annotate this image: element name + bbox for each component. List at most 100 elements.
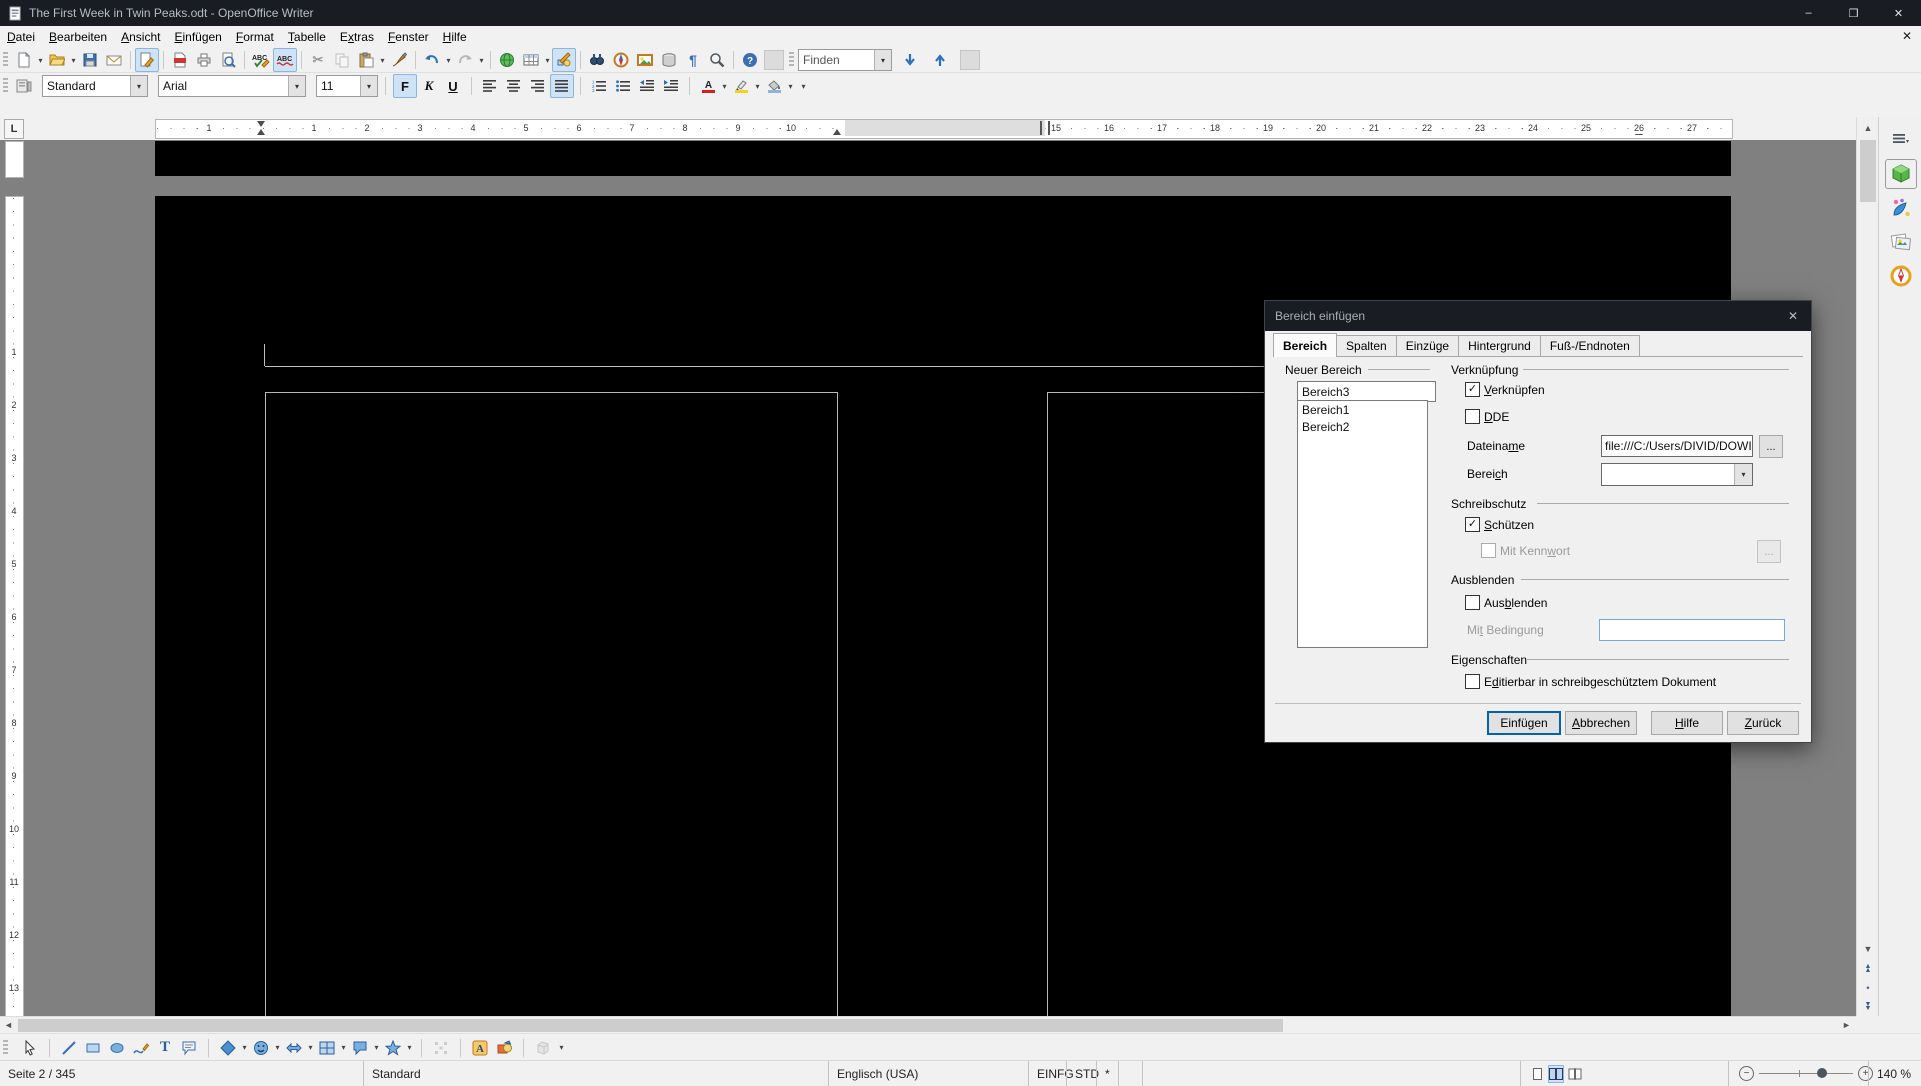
copy-button[interactable] <box>330 48 354 72</box>
menu-bearbeiten[interactable]: Bearbeiten <box>42 27 114 47</box>
bold-button[interactable]: F <box>393 74 417 98</box>
filename-input[interactable]: file:///C:/Users/DIVID/DOWI <box>1601 435 1753 457</box>
increase-indent-button[interactable] <box>659 74 683 98</box>
protect-checkbox-label[interactable]: Schützen <box>1484 518 1534 532</box>
gallery-button[interactable] <box>633 48 657 72</box>
block-arrows-button[interactable] <box>282 1036 306 1060</box>
flowchart-button[interactable] <box>315 1036 339 1060</box>
flowchart-dropdown[interactable]: ▾ <box>339 1037 348 1059</box>
page-style-indicator[interactable]: Standard <box>363 1061 837 1086</box>
next-page-button[interactable]: ▼▼ <box>1857 997 1879 1016</box>
paragraph-style-dropdown-icon[interactable]: ▾ <box>130 76 147 96</box>
spellcheck-button[interactable]: ABC <box>249 48 273 72</box>
single-page-view-button[interactable] <box>1529 1065 1545 1083</box>
column-1-frame[interactable] <box>265 392 838 1016</box>
sidebar-styles-button[interactable] <box>1885 193 1917 223</box>
toolbar-grip[interactable] <box>3 52 8 68</box>
first-line-indent-marker[interactable] <box>257 121 265 127</box>
toolbar-overflow-icon[interactable]: ▾ <box>799 75 808 97</box>
font-size-dropdown-icon[interactable]: ▾ <box>360 76 377 96</box>
find-dropdown-icon[interactable]: ▾ <box>874 50 891 70</box>
print-button[interactable] <box>192 48 216 72</box>
callouts-dropdown[interactable]: ▾ <box>372 1037 381 1059</box>
font-color-button[interactable]: A <box>696 74 720 98</box>
email-button[interactable] <box>102 48 126 72</box>
tab-einzuege[interactable]: Einzüge <box>1396 335 1459 357</box>
format-paintbrush-button[interactable] <box>387 48 411 72</box>
zoom-slider[interactable]: − + <box>1728 1061 1879 1086</box>
previous-page-button[interactable]: ▲▲ <box>1857 959 1879 978</box>
new-document-dropdown[interactable]: ▾ <box>36 49 45 71</box>
bullet-list-button[interactable] <box>611 74 635 98</box>
password-browse-button[interactable]: ... <box>1757 540 1781 563</box>
menu-tabelle[interactable]: Tabelle <box>281 27 333 47</box>
drawing-toolbar-grip[interactable] <box>3 1040 8 1056</box>
section-list[interactable]: Bereich1 Bereich2 <box>1297 400 1428 648</box>
book-view-button[interactable] <box>1567 1065 1583 1083</box>
styles-panel-button[interactable] <box>12 74 36 98</box>
zoom-level-indicator[interactable]: 140 % <box>1868 1061 1921 1086</box>
editable-checkbox-label[interactable]: Editierbar in schreibgeschütztem Dokumen… <box>1484 675 1716 689</box>
zoom-out-icon[interactable]: − <box>1739 1066 1754 1081</box>
symbol-shapes-dropdown[interactable]: ▾ <box>273 1037 282 1059</box>
cut-button[interactable]: ✂ <box>306 48 330 72</box>
dialog-close-icon[interactable]: ✕ <box>1785 308 1801 324</box>
tab-bereich[interactable]: Bereich <box>1273 333 1337 357</box>
column1-right-indent-marker[interactable] <box>833 129 841 135</box>
dialog-title-bar[interactable]: Bereich einfügen <box>1265 301 1811 331</box>
password-checkbox[interactable] <box>1481 543 1496 558</box>
sidebar-menu-button[interactable] <box>1885 125 1917 155</box>
background-color-dropdown[interactable]: ▾ <box>786 75 795 97</box>
numbered-list-button[interactable]: 123 <box>587 74 611 98</box>
align-left-button[interactable] <box>478 74 502 98</box>
formatting-toolbar-grip[interactable] <box>3 78 8 94</box>
v-ruler[interactable]: 12345678910111213 <box>4 140 24 1016</box>
horizontal-scrollbar-thumb[interactable] <box>18 1019 1283 1032</box>
zoom-button[interactable] <box>705 48 729 72</box>
password-checkbox-label[interactable]: Mit Kennwort <box>1500 544 1570 558</box>
protect-checkbox[interactable]: ✓ <box>1465 517 1480 532</box>
block-arrows-dropdown[interactable]: ▾ <box>306 1037 315 1059</box>
find-replace-button[interactable] <box>585 48 609 72</box>
editable-checkbox[interactable] <box>1465 674 1480 689</box>
draw-functions-button[interactable] <box>552 48 576 72</box>
justify-button[interactable] <box>550 74 574 98</box>
save-button[interactable] <box>78 48 102 72</box>
multi-page-view-button[interactable] <box>1548 1065 1564 1083</box>
edit-file-button[interactable] <box>135 48 159 72</box>
export-pdf-button[interactable] <box>168 48 192 72</box>
tab-stop-selector[interactable]: L <box>4 119 24 139</box>
background-color-button[interactable] <box>762 74 786 98</box>
close-button[interactable]: ✕ <box>1876 0 1921 26</box>
open-button[interactable] <box>45 48 69 72</box>
scroll-left-icon[interactable]: ◄ <box>0 1017 17 1033</box>
font-name-combo[interactable]: Arial ▾ <box>158 75 306 97</box>
dde-checkbox[interactable] <box>1465 409 1480 424</box>
table-button[interactable] <box>519 48 543 72</box>
font-size-combo[interactable]: 11 ▾ <box>316 75 378 97</box>
text-button[interactable]: T <box>153 1036 177 1060</box>
zoom-slider-thumb[interactable] <box>1817 1068 1827 1078</box>
new-document-button[interactable] <box>12 48 36 72</box>
close-document-icon[interactable]: ✕ <box>1899 28 1915 44</box>
sidebar-properties-button[interactable] <box>1885 159 1917 189</box>
language-indicator[interactable]: Englisch (USA) <box>828 1061 1037 1086</box>
menu-hilfe[interactable]: Hilfe <box>436 27 474 47</box>
redo-dropdown[interactable]: ▾ <box>477 49 486 71</box>
nonprinting-characters-button[interactable]: ¶ <box>681 48 705 72</box>
auto-spellcheck-button[interactable]: ABC <box>273 48 297 72</box>
basic-shapes-dropdown[interactable]: ▾ <box>240 1037 249 1059</box>
filename-browse-button[interactable]: ... <box>1759 435 1783 458</box>
decrease-indent-button[interactable] <box>635 74 659 98</box>
drawbar-overflow-icon[interactable]: ▾ <box>557 1037 566 1059</box>
highlighting-button[interactable] <box>729 74 753 98</box>
insert-button[interactable]: Einfügen <box>1487 711 1561 735</box>
zoom-track[interactable] <box>1759 1073 1853 1074</box>
line-button[interactable] <box>57 1036 81 1060</box>
paragraph-style-combo[interactable]: Standard ▾ <box>42 75 148 97</box>
font-name-dropdown-icon[interactable]: ▾ <box>288 76 305 96</box>
symbol-shapes-button[interactable] <box>249 1036 273 1060</box>
page-preview-button[interactable] <box>216 48 240 72</box>
hide-checkbox-label[interactable]: Ausblenden <box>1484 596 1547 610</box>
tab-hintergrund[interactable]: Hintergrund <box>1458 335 1541 357</box>
